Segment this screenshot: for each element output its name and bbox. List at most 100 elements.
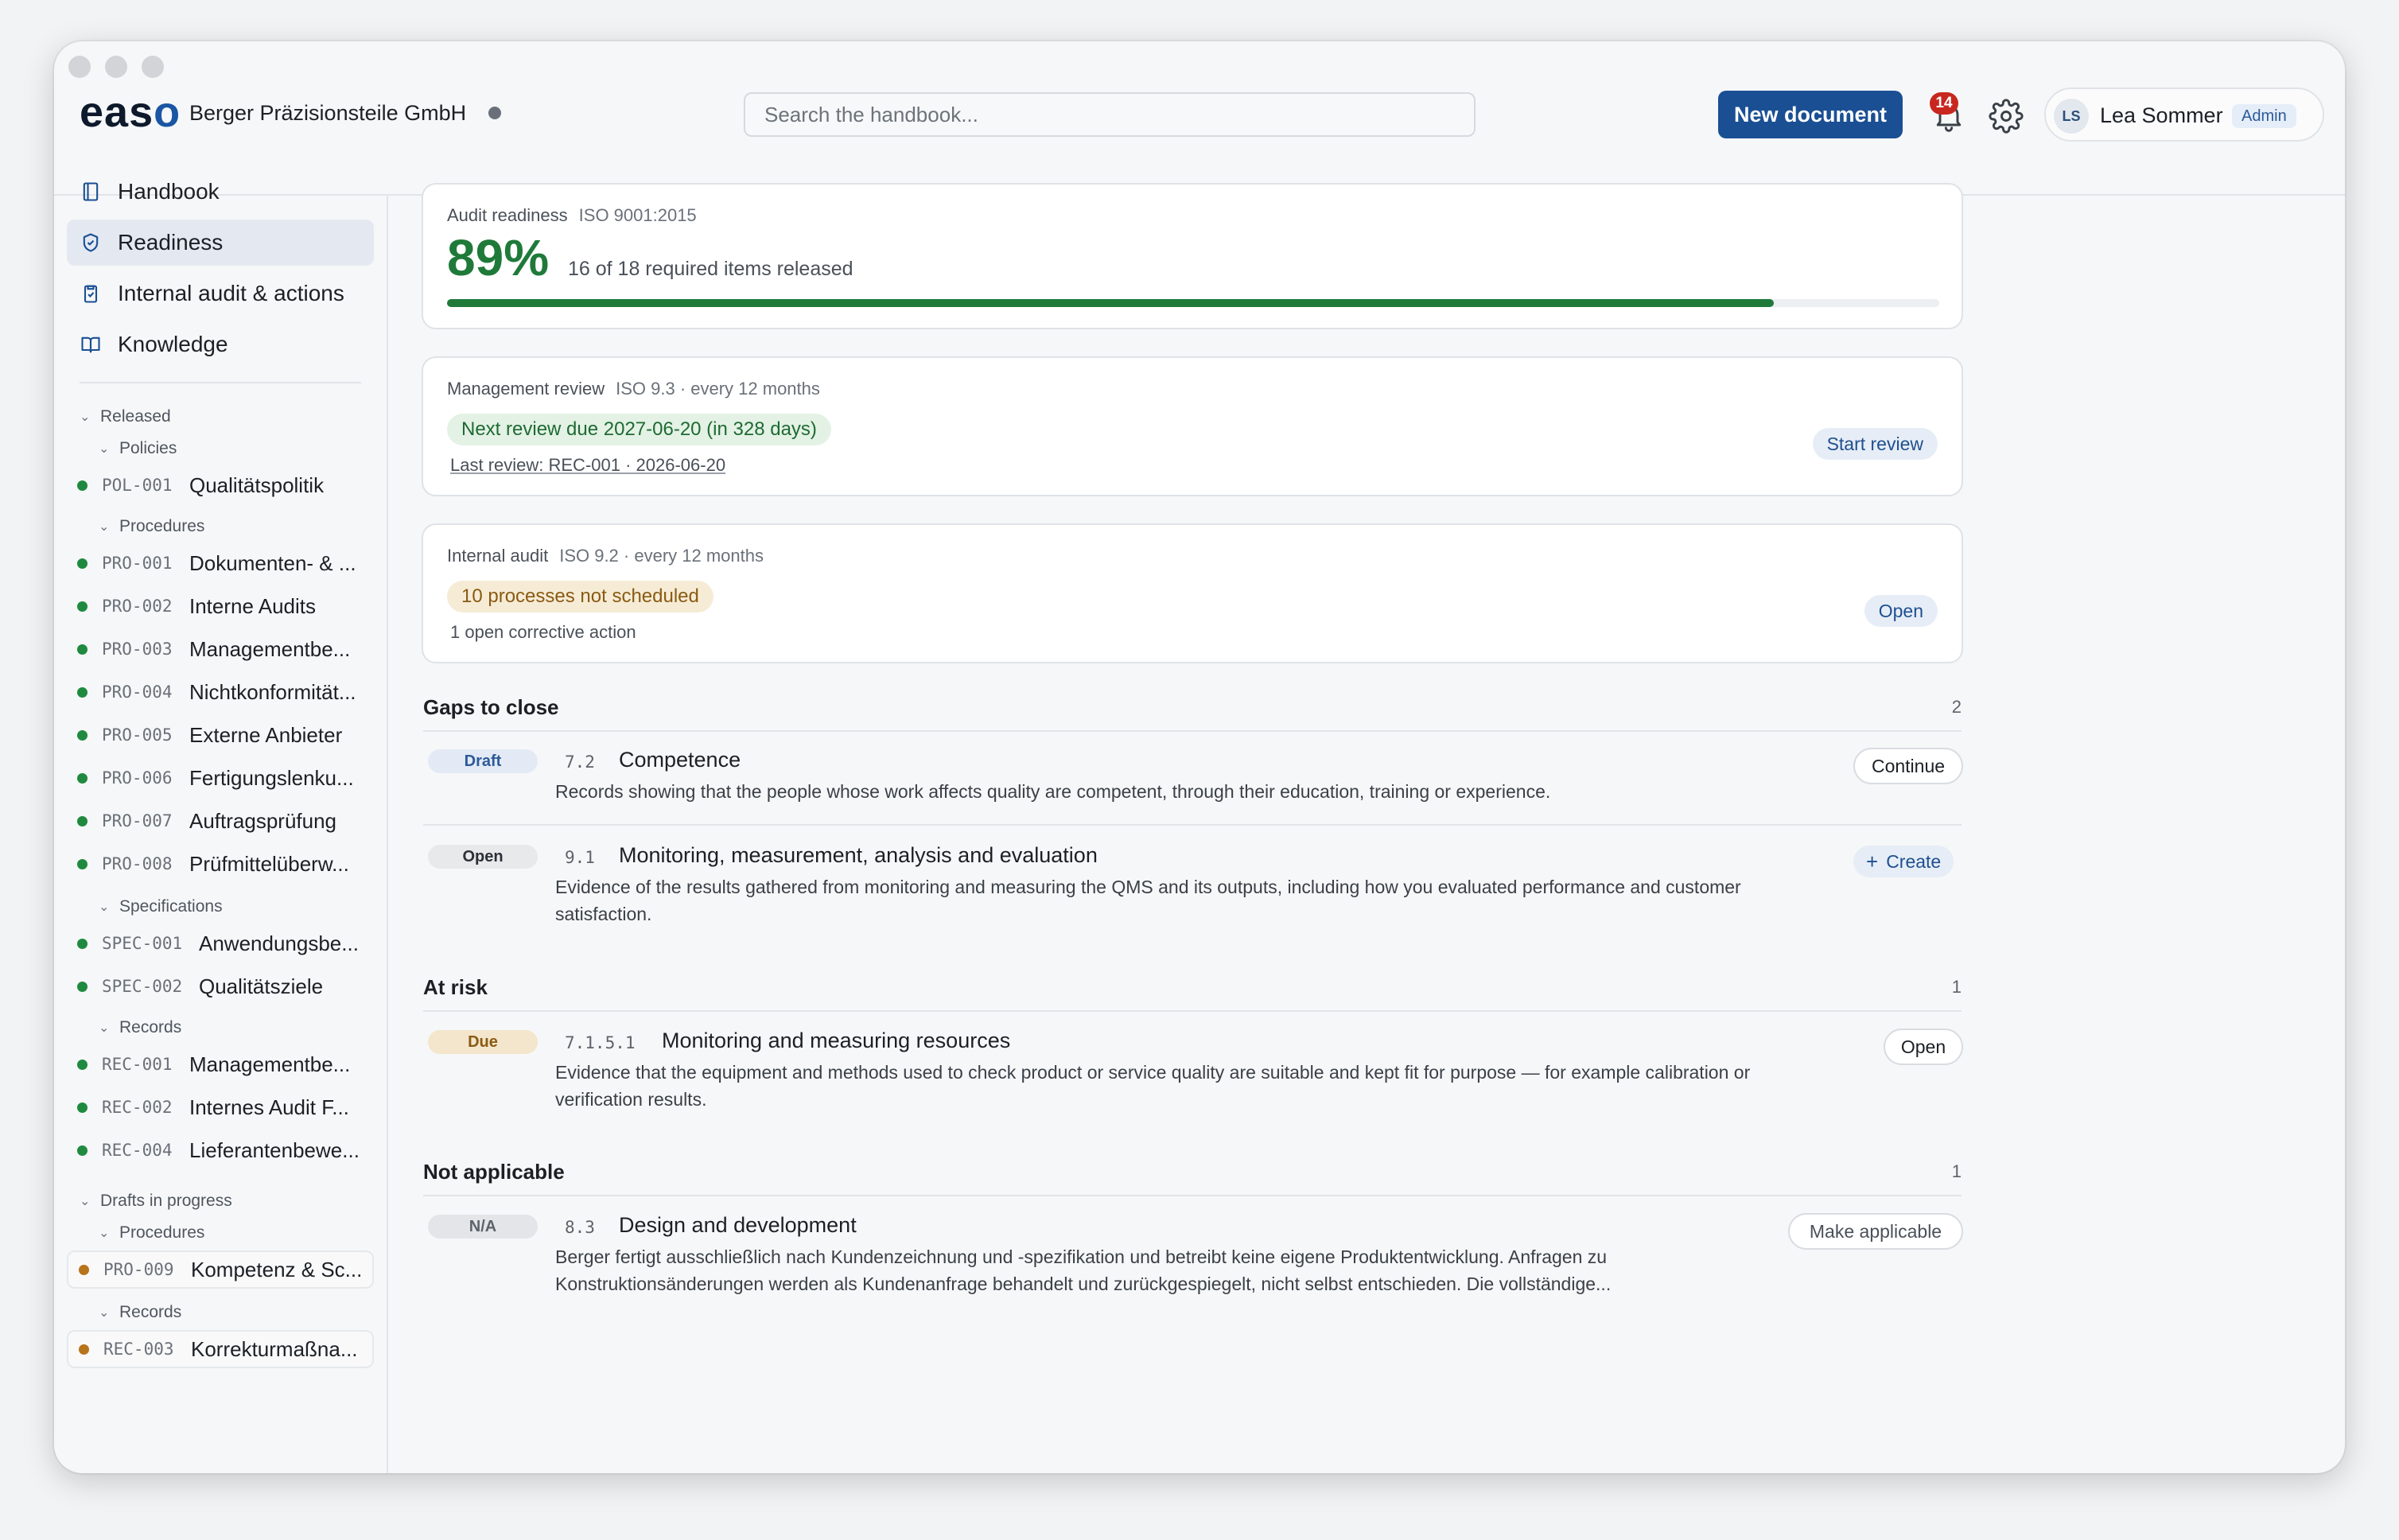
divider xyxy=(423,1195,1962,1196)
item-description: Evidence that the equipment and methods … xyxy=(555,1062,1751,1110)
doc-pol-001[interactable]: POL-001 Qualitätspolitik xyxy=(67,466,374,504)
released-dot xyxy=(77,1102,87,1113)
doc-code: PRO-002 xyxy=(102,597,173,616)
gear-icon[interactable] xyxy=(1989,99,2024,134)
card-meta: ISO 9.2 · every 12 months xyxy=(559,546,764,566)
doc-pro-008[interactable]: PRO-008 Prüfmittelüberw... xyxy=(67,845,374,883)
chevron-down-icon: ⌄ xyxy=(99,520,110,534)
card-meta: ISO 9.3 · every 12 months xyxy=(616,379,820,399)
status-pill: Next review due 2027-06-20 (in 328 days) xyxy=(447,414,831,445)
subgroup-draft-procedures[interactable]: ⌄ Procedures xyxy=(99,1223,204,1242)
nav-knowledge[interactable]: Knowledge xyxy=(67,321,374,368)
section-title: At risk xyxy=(423,975,488,999)
draft-dot xyxy=(79,1344,89,1355)
subgroup-records[interactable]: ⌄ Records xyxy=(99,1018,181,1037)
divider xyxy=(423,824,1962,826)
doc-code: REC-003 xyxy=(103,1340,174,1359)
create-button[interactable]: + Create xyxy=(1853,846,1954,877)
doc-title: Qualitätsziele xyxy=(199,974,324,998)
doc-pro-004[interactable]: PRO-004 Nichtkonformität... xyxy=(67,673,374,711)
section-title: Not applicable xyxy=(423,1160,565,1184)
section-count: 1 xyxy=(1951,1161,1962,1181)
window-controls xyxy=(68,56,164,78)
readiness-summary: 16 of 18 required items released xyxy=(568,258,853,280)
doc-pro-001[interactable]: PRO-001 Dokumenten- & ... xyxy=(67,544,374,582)
released-dot xyxy=(77,773,87,784)
released-dot xyxy=(77,1060,87,1070)
open-button[interactable]: Open xyxy=(1884,1029,1963,1065)
subgroup-specifications[interactable]: ⌄ Specifications xyxy=(99,897,223,916)
item-title: Design and development xyxy=(619,1213,857,1237)
doc-spec-001[interactable]: SPEC-001 Anwendungsbe... xyxy=(67,924,374,962)
section-not-applicable: Not applicable 1 xyxy=(423,1160,1962,1184)
user-menu[interactable]: LS Lea Sommer Admin xyxy=(2044,88,2324,142)
nav-label: Knowledge xyxy=(118,332,228,356)
audit-readiness-card: Audit readiness ISO 9001:2015 89% 16 of 1… xyxy=(422,183,1963,329)
readiness-percent: 89% xyxy=(447,229,550,286)
open-audit-button[interactable]: Open xyxy=(1864,595,1938,627)
doc-code: REC-004 xyxy=(102,1141,173,1160)
nav-handbook[interactable]: Handbook xyxy=(67,169,374,215)
item-title: Monitoring and measuring resources xyxy=(662,1029,1011,1052)
doc-code: REC-001 xyxy=(102,1055,173,1074)
close-window-button[interactable] xyxy=(68,56,91,78)
group-released[interactable]: ⌄ Released xyxy=(80,407,171,426)
app-logo[interactable]: easo xyxy=(80,91,181,134)
plus-icon: + xyxy=(1866,849,1879,873)
nav-label: Readiness xyxy=(118,230,224,255)
released-dot xyxy=(77,1145,87,1156)
status-badge: Draft xyxy=(428,749,538,773)
nav-readiness[interactable]: Readiness xyxy=(67,220,374,266)
doc-title: Dokumenten- & ... xyxy=(189,550,356,575)
maximize-window-button[interactable] xyxy=(142,56,164,78)
item-title: Competence xyxy=(619,748,741,772)
released-dot xyxy=(77,939,87,949)
card-kicker: Internal audit ISO 9.2 · every 12 months xyxy=(447,546,764,566)
make-applicable-button[interactable]: Make applicable xyxy=(1788,1213,1963,1250)
continue-button[interactable]: Continue xyxy=(1853,748,1963,784)
group-drafts[interactable]: ⌄ Drafts in progress xyxy=(80,1192,232,1211)
doc-rec-002[interactable]: REC-002 Internes Audit F... xyxy=(67,1088,374,1126)
minimize-window-button[interactable] xyxy=(105,56,127,78)
chevron-down-icon: ⌄ xyxy=(99,1021,110,1035)
card-kicker: Management review ISO 9.3 · every 12 mont… xyxy=(447,379,820,399)
progress-fill xyxy=(447,299,1774,307)
nav-label: Internal audit & actions xyxy=(118,281,344,305)
doc-pro-005[interactable]: PRO-005 Externe Anbieter xyxy=(67,716,374,754)
status-badge: Open xyxy=(428,845,538,869)
doc-title: Interne Audits xyxy=(189,593,316,618)
doc-pro-006[interactable]: PRO-006 Fertigungslenku... xyxy=(67,759,374,797)
chevron-down-icon: ⌄ xyxy=(99,442,110,456)
org-name[interactable]: Berger Präzisionsteile GmbH xyxy=(189,97,466,129)
doc-code: SPEC-001 xyxy=(102,934,183,953)
item-description: Records showing that the people whose wo… xyxy=(555,781,1551,802)
clause-number: 8.3 xyxy=(565,1218,595,1237)
chevron-down-icon: ⌄ xyxy=(99,1306,110,1320)
nav-internal-audit[interactable]: Internal audit & actions xyxy=(67,270,374,317)
doc-spec-002[interactable]: SPEC-002 Qualitätsziele xyxy=(67,967,374,1005)
doc-pro-003[interactable]: PRO-003 Managementbe... xyxy=(67,630,374,668)
doc-rec-001[interactable]: REC-001 Managementbe... xyxy=(67,1045,374,1083)
clause-number: 9.1 xyxy=(565,848,595,867)
internal-audit-card: Internal audit ISO 9.2 · every 12 months … xyxy=(422,523,1963,663)
subgroup-procedures[interactable]: ⌄ Procedures xyxy=(99,517,204,536)
doc-pro-007[interactable]: PRO-007 Auftragsprüfung xyxy=(67,802,374,840)
start-review-button[interactable]: Start review xyxy=(1812,428,1938,460)
doc-rec-003[interactable]: REC-003 Korrekturmaßna... xyxy=(67,1330,374,1368)
new-document-button[interactable]: New document xyxy=(1718,91,1903,138)
doc-rec-004[interactable]: REC-004 Lieferantenbewe... xyxy=(67,1131,374,1169)
released-dot xyxy=(77,816,87,826)
subgroup-draft-records[interactable]: ⌄ Records xyxy=(99,1303,181,1322)
last-review-link[interactable]: Last review: REC-001 · 2026-06-20 xyxy=(450,455,725,476)
doc-code: PRO-007 xyxy=(102,811,173,830)
subgroup-policies[interactable]: ⌄ Policies xyxy=(99,439,177,458)
shield-check-icon xyxy=(83,233,99,252)
doc-pro-002[interactable]: PRO-002 Interne Audits xyxy=(67,587,374,625)
released-dot xyxy=(77,644,87,655)
doc-pro-009[interactable]: PRO-009 Kompetenz & Sc... xyxy=(67,1250,374,1289)
sidebar-divider xyxy=(80,382,361,383)
search-input[interactable] xyxy=(744,92,1476,137)
doc-title: Korrekturmaßna... xyxy=(191,1336,358,1361)
subgroup-label: Records xyxy=(119,1018,182,1036)
status-pill: 10 processes not scheduled xyxy=(447,581,713,612)
